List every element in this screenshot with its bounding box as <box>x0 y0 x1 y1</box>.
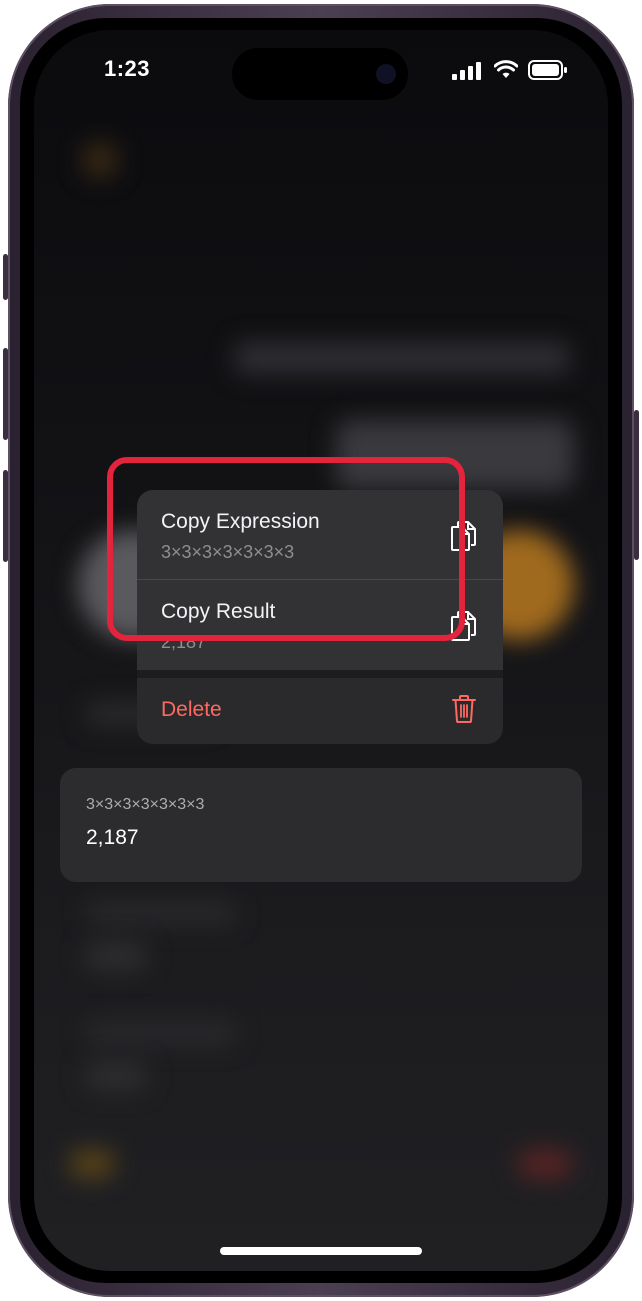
delete-label: Delete <box>161 698 222 721</box>
volume-up-button <box>3 348 8 440</box>
blurred-history-line <box>86 1022 236 1044</box>
home-indicator[interactable] <box>220 1247 422 1255</box>
blurred-history-line <box>86 942 146 970</box>
screen: 1:23 Copy Expression 3×3×3×3×3×3×3 Copy … <box>34 30 608 1271</box>
battery-icon <box>528 60 567 80</box>
cellular-signal-icon <box>452 62 481 80</box>
history-result: 2,187 <box>86 826 139 849</box>
trash-icon <box>452 695 476 723</box>
menu-group-separator <box>137 670 503 678</box>
side-button <box>634 410 639 560</box>
history-expression: 3×3×3×3×3×3×3 <box>86 796 205 813</box>
status-time: 1:23 <box>104 56 151 81</box>
wifi-icon <box>494 60 518 78</box>
volume-down-button <box>3 470 8 562</box>
annotation-highlight-box <box>107 457 465 641</box>
blurred-toolbar-button <box>518 1150 572 1178</box>
delete-menu-item[interactable]: Delete <box>137 678 503 744</box>
history-entry-card[interactable]: 3×3×3×3×3×3×3 2,187 <box>60 768 582 882</box>
status-bar: 1:23 <box>34 30 608 110</box>
blurred-history-line <box>86 1062 146 1090</box>
action-button <box>3 254 8 300</box>
blurred-history-line <box>86 902 236 924</box>
blurred-background-button <box>82 142 118 178</box>
camera-lens <box>376 64 396 84</box>
blurred-expression <box>234 342 570 374</box>
blurred-toolbar-button <box>70 1150 114 1178</box>
